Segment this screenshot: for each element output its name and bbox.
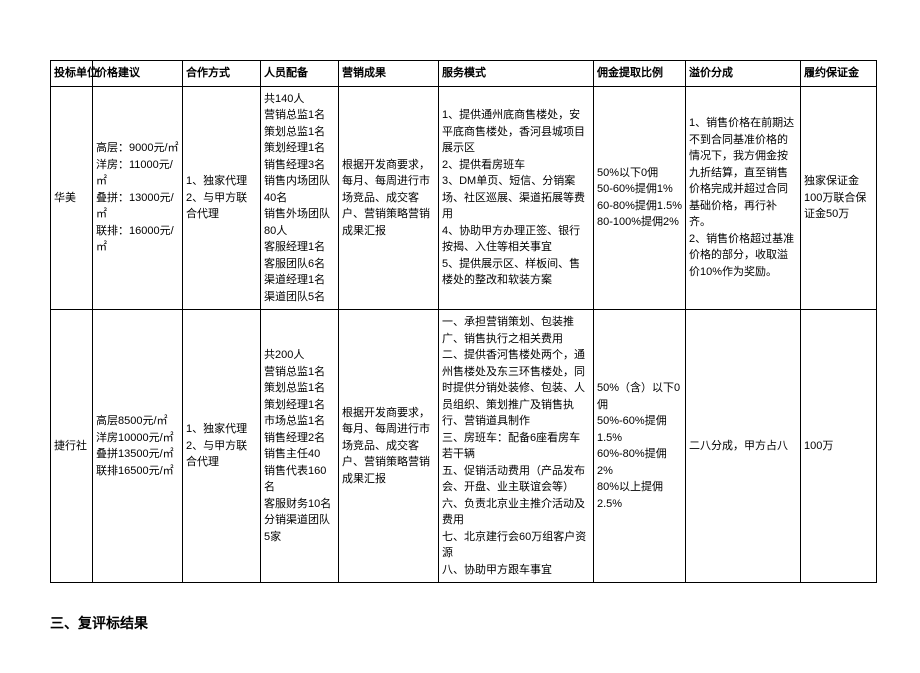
cell-premium: 1、销售价格在前期达不到合同基准价格的情况下，我方佣金按九折结算，直至销售价格完… <box>686 86 801 310</box>
header-price: 价格建议 <box>93 61 183 87</box>
cell-comm: 50%以下0佣50-60%提佣1%60-80%提佣1.5%80-100%提佣2% <box>594 86 686 310</box>
table-row: 捷行社 高层8500元/㎡洋房10000元/㎡叠拼13500元/㎡联排16500… <box>51 310 877 583</box>
table-header-row: 投标单位 价格建议 合作方式 人员配备 营销成果 服务模式 佣金提取比例 溢价分… <box>51 61 877 87</box>
section-title: 三、复评标结果 <box>50 613 870 633</box>
cell-price: 高层8500元/㎡洋房10000元/㎡叠拼13500元/㎡联排16500元/㎡ <box>93 310 183 583</box>
header-staff: 人员配备 <box>261 61 339 87</box>
cell-bidder: 捷行社 <box>51 310 93 583</box>
header-comm: 佣金提取比例 <box>594 61 686 87</box>
cell-deposit: 独家保证金100万联合保证金50万 <box>801 86 877 310</box>
cell-service: 一、承担营销策划、包装推广、销售执行之相关费用二、提供香河售楼处两个，通州售楼处… <box>439 310 594 583</box>
header-service: 服务模式 <box>439 61 594 87</box>
cell-premium: 二八分成，甲方占八 <box>686 310 801 583</box>
cell-result: 根据开发商要求，每月、每周进行市场竞品、成交客户、营销策略营销成果汇报 <box>339 310 439 583</box>
cell-comm: 50%（含）以下0佣50%-60%提佣1.5%60%-80%提佣2%80%以上提… <box>594 310 686 583</box>
header-premium: 溢价分成 <box>686 61 801 87</box>
cell-deposit: 100万 <box>801 310 877 583</box>
header-coop: 合作方式 <box>183 61 261 87</box>
header-bidder: 投标单位 <box>51 61 93 87</box>
cell-service: 1、提供通州底商售楼处，安平底商售楼处，香河县城项目展示区2、提供看房班车3、D… <box>439 86 594 310</box>
header-deposit: 履约保证金 <box>801 61 877 87</box>
cell-staff: 共200人营销总监1名策划总监1名策划经理1名市场总监1名销售经理2名销售主任4… <box>261 310 339 583</box>
cell-staff: 共140人营销总监1名策划总监1名策划经理1名销售经理3名销售内场团队40名销售… <box>261 86 339 310</box>
cell-bidder: 华美 <box>51 86 93 310</box>
cell-coop: 1、独家代理2、与甲方联合代理 <box>183 86 261 310</box>
cell-price: 高层：9000元/㎡洋房：11000元/㎡叠拼：13000元/㎡联排：16000… <box>93 86 183 310</box>
cell-result: 根据开发商要求，每月、每周进行市场竞品、成交客户、营销策略营销成果汇报 <box>339 86 439 310</box>
header-result: 营销成果 <box>339 61 439 87</box>
bid-comparison-table: 投标单位 价格建议 合作方式 人员配备 营销成果 服务模式 佣金提取比例 溢价分… <box>50 60 877 583</box>
cell-coop: 1、独家代理2、与甲方联合代理 <box>183 310 261 583</box>
table-row: 华美 高层：9000元/㎡洋房：11000元/㎡叠拼：13000元/㎡联排：16… <box>51 86 877 310</box>
